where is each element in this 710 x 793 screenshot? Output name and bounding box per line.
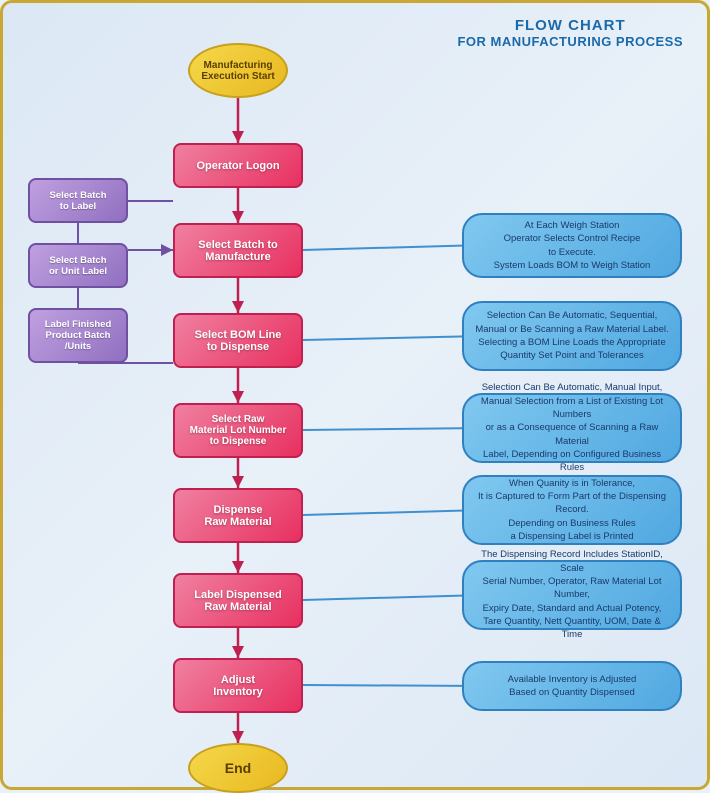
label-dispensed-label: Label Dispensed Raw Material xyxy=(194,589,281,613)
info-box-6: Available Inventory is Adjusted Based on… xyxy=(462,661,682,711)
info-text-1: At Each Weigh Station Operator Selects C… xyxy=(494,219,651,272)
start-oval: Manufacturing Execution Start xyxy=(188,43,288,98)
logon-label: Operator Logon xyxy=(196,160,279,172)
select-batch-unit-text: Select Batch or Unit Label xyxy=(49,255,107,277)
label-dispensed-box: Label Dispensed Raw Material xyxy=(173,573,303,628)
info-text-6: Available Inventory is Adjusted Based on… xyxy=(508,673,637,700)
info-text-2: Selection Can Be Automatic, Sequential, … xyxy=(475,309,668,362)
select-bom-label: Select BOM Line to Dispense xyxy=(195,329,282,353)
dispense-label: Dispense Raw Material xyxy=(204,504,271,528)
end-label: End xyxy=(225,760,251,776)
info-text-3: Selection Can Be Automatic, Manual Input… xyxy=(474,381,670,474)
flow-container: Manufacturing Execution Start Operator L… xyxy=(13,13,697,777)
select-raw-box: Select Raw Material Lot Number to Dispen… xyxy=(173,403,303,458)
logon-box: Operator Logon xyxy=(173,143,303,188)
select-raw-label: Select Raw Material Lot Number to Dispen… xyxy=(190,414,287,447)
info-box-3: Selection Can Be Automatic, Manual Input… xyxy=(462,393,682,463)
adjust-inv-box: Adjust Inventory xyxy=(173,658,303,713)
select-bom-box: Select BOM Line to Dispense xyxy=(173,313,303,368)
info-text-4: When Quanity is in Tolerance, It is Capt… xyxy=(474,477,670,543)
info-box-5: The Dispensing Record Includes StationID… xyxy=(462,560,682,630)
page: FLOW CHART FOR MANUFACTURING PROCESS xyxy=(0,0,710,790)
start-label: Manufacturing Execution Start xyxy=(201,60,274,82)
label-finished-text: Label Finished Product Batch /Units xyxy=(45,319,112,352)
end-oval: End xyxy=(188,743,288,793)
select-batch-unit-box: Select Batch or Unit Label xyxy=(28,243,128,288)
info-box-4: When Quanity is in Tolerance, It is Capt… xyxy=(462,475,682,545)
select-batch-box: Select Batch to Manufacture xyxy=(173,223,303,278)
info-text-5: The Dispensing Record Includes StationID… xyxy=(474,548,670,641)
adjust-inv-label: Adjust Inventory xyxy=(213,674,263,698)
select-batch-label: Select Batch to Manufacture xyxy=(198,239,277,263)
info-box-2: Selection Can Be Automatic, Sequential, … xyxy=(462,301,682,371)
select-batch-label-text: Select Batch to Label xyxy=(49,190,106,212)
info-box-1: At Each Weigh Station Operator Selects C… xyxy=(462,213,682,278)
select-batch-label-box: Select Batch to Label xyxy=(28,178,128,223)
dispense-box: Dispense Raw Material xyxy=(173,488,303,543)
label-finished-box: Label Finished Product Batch /Units xyxy=(28,308,128,363)
